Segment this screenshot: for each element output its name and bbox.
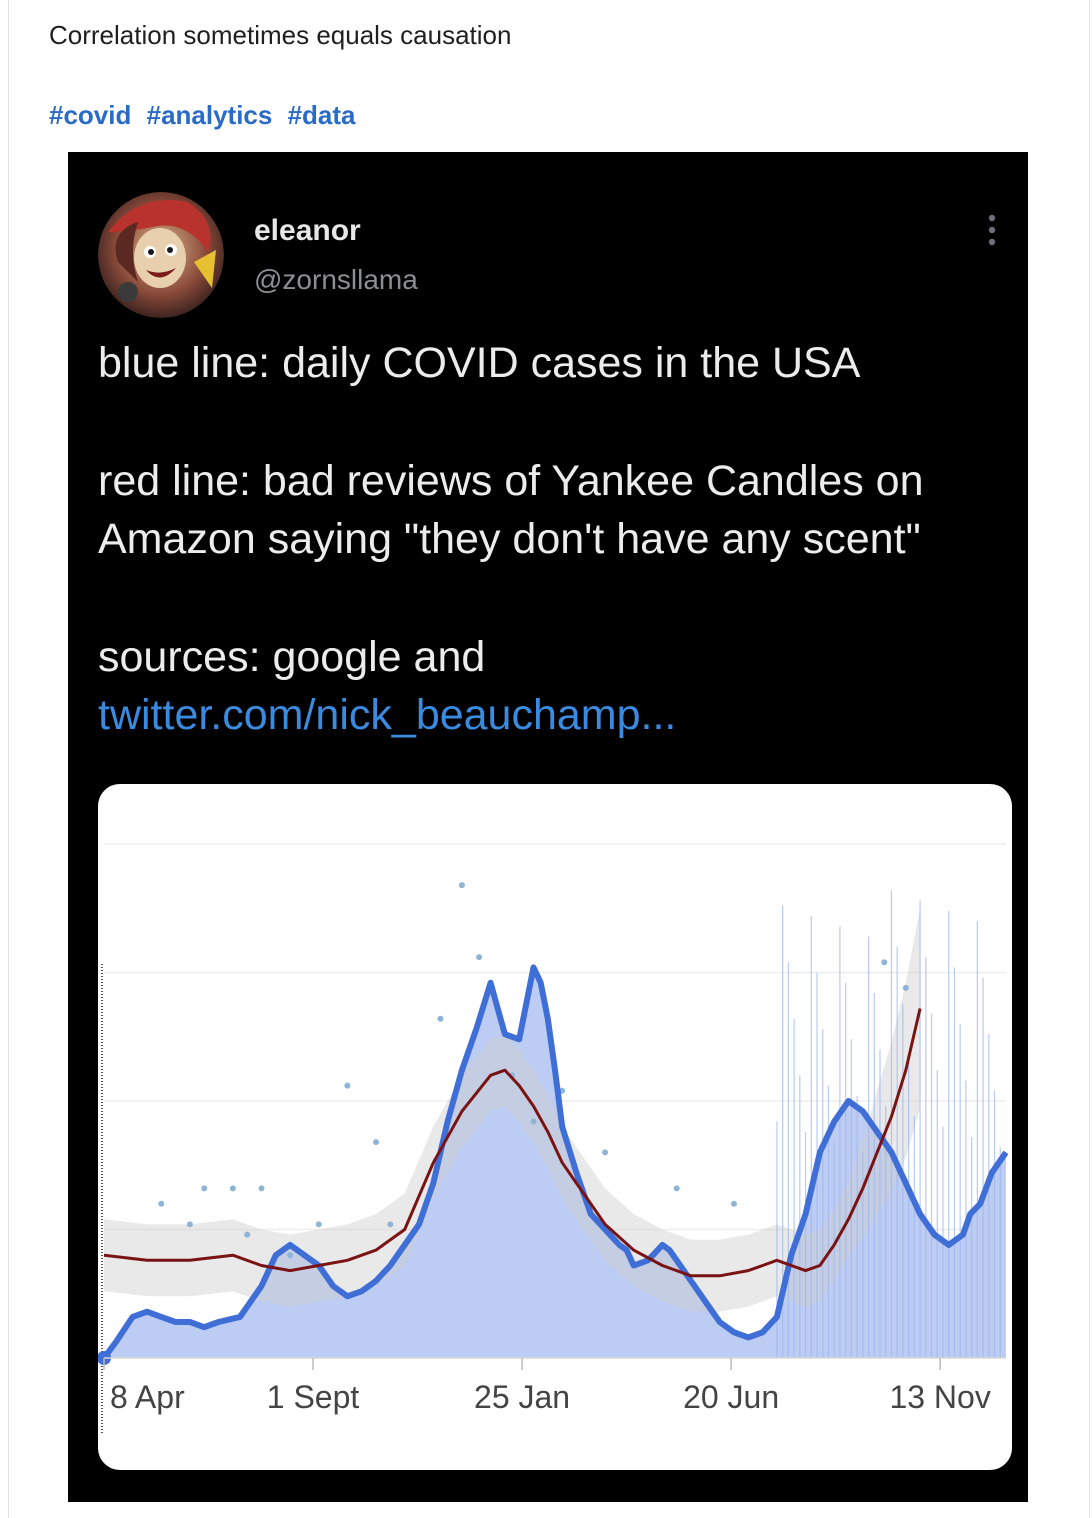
tweet-line-sources: sources: google and twitter.com/nick_bea… (98, 628, 998, 744)
post-text: Correlation sometimes equals causation (49, 20, 512, 50)
avatar (98, 192, 224, 318)
data-point (158, 1200, 165, 1207)
data-point (229, 1185, 236, 1192)
tweet-line-red: red line: bad reviews of Yankee Candles … (98, 457, 924, 563)
data-point (344, 1082, 351, 1089)
data-point (673, 1185, 680, 1192)
user-handle[interactable]: @zornsllama (254, 264, 418, 296)
sources-text: sources: google and (98, 633, 486, 681)
data-point (437, 1015, 444, 1022)
x-tick-label: 20 Jun (683, 1379, 779, 1415)
x-tick-label: 8 Apr (110, 1379, 185, 1415)
tweet-line-blue: blue line: daily COVID cases in the USA (98, 339, 861, 387)
hashtag-covid[interactable]: #covid (49, 100, 131, 130)
display-name[interactable]: eleanor (254, 214, 361, 248)
data-point (373, 1139, 380, 1146)
more-options-icon[interactable] (978, 210, 1006, 250)
x-tick-label: 25 Jan (474, 1379, 570, 1415)
data-point (476, 954, 483, 961)
chart: 8 Apr 1 Sept 25 Jan 20 Jun 13 Nov (98, 843, 1009, 1434)
tweet-body: blue line: daily COVID cases in the USA … (98, 334, 998, 744)
x-tick-label: 13 Nov (889, 1379, 990, 1415)
data-point (186, 1221, 193, 1228)
data-point (730, 1200, 737, 1207)
hashtags: #covid #analytics #data (49, 100, 364, 131)
hashtag-data[interactable]: #data (288, 100, 356, 130)
data-point (244, 1231, 251, 1238)
data-point (287, 1252, 294, 1259)
data-point (902, 984, 909, 991)
chart-card: 8 Apr 1 Sept 25 Jan 20 Jun 13 Nov (98, 784, 1012, 1470)
data-point (315, 1221, 322, 1228)
data-point (258, 1185, 265, 1192)
data-point (530, 1118, 537, 1125)
data-point (387, 1221, 394, 1228)
tweet-screenshot: eleanor @zornsllama blue line: daily COV… (68, 152, 1028, 1502)
data-point (458, 882, 465, 889)
hashtag-analytics[interactable]: #analytics (147, 100, 273, 130)
sources-link[interactable]: twitter.com/nick_beauchamp... (98, 691, 676, 739)
data-point (602, 1149, 609, 1156)
x-tick-label: 1 Sept (267, 1379, 360, 1415)
data-point (201, 1185, 208, 1192)
data-point (881, 959, 888, 966)
